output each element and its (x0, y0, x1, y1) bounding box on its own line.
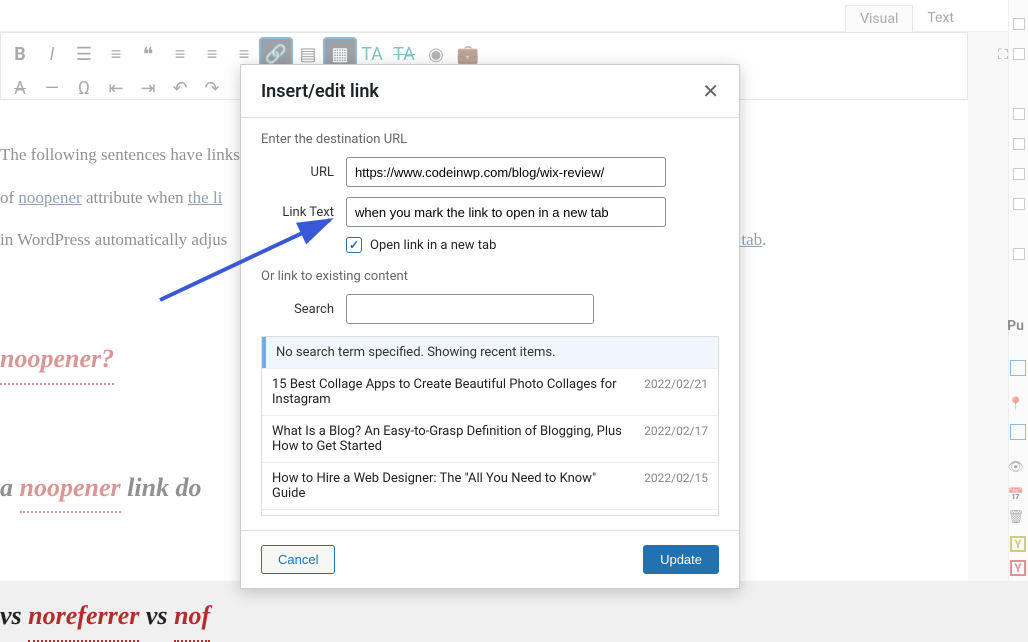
section-label: Enter the destination URL (261, 132, 719, 147)
search-label: Search (261, 302, 346, 317)
result-date: 2022/02/21 (644, 377, 708, 407)
update-button[interactable]: Update (643, 545, 719, 574)
search-input[interactable] (346, 294, 594, 324)
result-title: How to Hire a Web Designer: The "All You… (272, 471, 630, 501)
linktext-label: Link Text (261, 205, 346, 220)
results-notice: No search term specified. Showing recent… (262, 337, 718, 368)
search-results: No search term specified. Showing recent… (261, 336, 719, 516)
result-date: 2022/02/17 (644, 424, 708, 454)
close-icon[interactable]: ✕ (702, 79, 719, 103)
heading: nof (174, 593, 210, 642)
url-label: URL (261, 165, 346, 180)
insert-link-modal: Insert/edit link ✕ Enter the destination… (240, 64, 740, 589)
result-date: 2022/02/15 (644, 471, 708, 501)
result-title: 15 Best Collage Apps to Create Beautiful… (272, 377, 630, 407)
text: vs (139, 601, 174, 630)
result-item[interactable]: 15 Best Collage Apps to Create Beautiful… (262, 368, 718, 415)
open-new-tab-checkbox[interactable]: ✓ (346, 237, 362, 253)
heading: noreferrer (28, 593, 139, 642)
text: vs (0, 601, 28, 630)
result-item[interactable]: What Is a Blog? An Easy-to-Grasp Definit… (262, 415, 718, 462)
result-item[interactable]: Wix Review: Is Wix the Right Website Bui… (262, 509, 718, 516)
modal-title: Insert/edit link (261, 81, 379, 102)
result-title: What Is a Blog? An Easy-to-Grasp Definit… (272, 424, 630, 454)
open-new-tab-label: Open link in a new tab (370, 238, 496, 253)
linktext-input[interactable] (346, 197, 666, 227)
section-label: Or link to existing content (261, 269, 719, 284)
result-item[interactable]: How to Hire a Web Designer: The "All You… (262, 462, 718, 509)
url-input[interactable] (346, 157, 666, 187)
cancel-button[interactable]: Cancel (261, 545, 335, 574)
